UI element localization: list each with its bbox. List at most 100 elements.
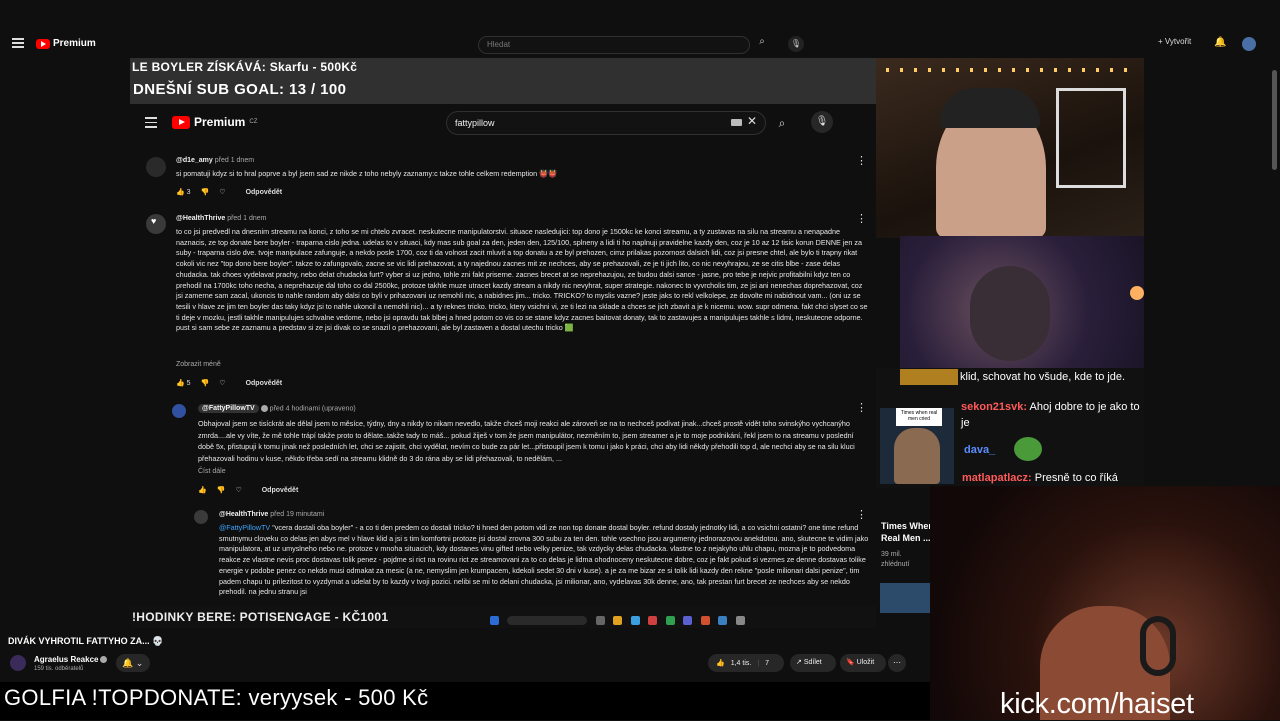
outer-search-icon[interactable]: ⌕ xyxy=(752,36,772,54)
reply-button[interactable]: Odpovědět xyxy=(246,189,283,196)
comment-mention[interactable]: @FattyPillowTV xyxy=(219,523,270,532)
like-count: 5 xyxy=(186,380,191,387)
more-actions-icon[interactable]: ⋯ xyxy=(888,654,906,672)
goal-line-2: DNEŠNÍ SUB GOAL: 13 / 100 xyxy=(133,81,347,98)
settings-icon[interactable] xyxy=(735,616,745,625)
windows-icon[interactable] xyxy=(490,616,499,625)
dislike-icon[interactable]: 👎 xyxy=(201,379,210,387)
heart-icon[interactable]: ♡ xyxy=(219,188,225,196)
edge-icon[interactable] xyxy=(630,616,640,625)
comment-header: @HealthThrive před 19 minutami xyxy=(219,511,324,518)
youtube-play-icon xyxy=(36,38,50,49)
like-icon: 👍 xyxy=(716,660,725,667)
recommended-title[interactable]: Times When Real Men ... xyxy=(881,520,934,544)
channel-subs: 159 tis. odběratelů xyxy=(34,666,84,672)
heart-icon[interactable]: ♡ xyxy=(219,379,225,387)
outer-logo-text: Premium xyxy=(53,38,96,49)
chat-username[interactable]: sekon21svk: xyxy=(961,401,1027,413)
outer-youtube-logo[interactable]: Premium xyxy=(36,38,96,49)
comment-time: před 19 minutami xyxy=(270,511,325,518)
chat-message: dava_ xyxy=(964,444,995,456)
commenter-avatar[interactable] xyxy=(146,157,166,177)
heart-icon[interactable]: ♡ xyxy=(235,486,241,494)
like-count: 3 xyxy=(186,189,191,196)
youtube-play-icon xyxy=(172,115,190,129)
show-less-link[interactable]: Zobrazit méně xyxy=(176,361,221,368)
video-like-count: 1,4 tis. xyxy=(730,659,752,667)
inner-search-icon[interactable]: ⌕ xyxy=(768,111,796,135)
app-icon[interactable] xyxy=(648,616,658,625)
like-icon[interactable]: 👍 5 xyxy=(176,379,191,387)
chat-text: Presně to co říká xyxy=(1034,472,1118,484)
comment-body: "vcera dostali oba boyler" - a co ti den… xyxy=(219,523,869,597)
taskbar-search[interactable] xyxy=(507,616,588,625)
channel-name-text: Agraelus Reakce xyxy=(34,655,99,664)
comment-handle[interactable]: @HealthThrive xyxy=(219,511,268,518)
comment-handle[interactable]: @d1e_amy xyxy=(176,157,213,164)
dislike-icon[interactable]: 👎 xyxy=(217,486,226,494)
like-button[interactable]: 👍 1,4 tis. | 7 xyxy=(708,654,784,672)
dislike-icon[interactable]: 👎 xyxy=(201,188,210,196)
recommended-thumbnail-2[interactable] xyxy=(880,583,930,613)
chat-text: klid, schovat ho všude, kde to jde. xyxy=(960,371,1126,383)
verified-icon xyxy=(260,405,268,412)
save-button[interactable]: 🔖 Uložit xyxy=(840,654,886,672)
obs-icon[interactable] xyxy=(700,616,710,625)
kebab-menu-icon[interactable]: ⋮ xyxy=(856,154,867,167)
chat-message: matlapatlacz: Presně to co říká xyxy=(962,472,1118,484)
comment-header: @d1e_amy před 1 dnem xyxy=(176,157,254,164)
folder-icon[interactable] xyxy=(613,616,623,625)
creator-handle[interactable]: @FattyPillowTV xyxy=(198,404,259,414)
outer-menu-icon[interactable] xyxy=(12,38,24,48)
channel-name[interactable]: Agraelus Reakce xyxy=(34,655,108,664)
notification-bell-button[interactable]: 🔔 ⌄ xyxy=(116,654,150,672)
comment-handle[interactable]: @HealthThrive xyxy=(176,215,225,222)
comment-text: to co jsi predvedl na dnesnim streamu na… xyxy=(176,227,868,333)
heart-avatar-icon: ♥ xyxy=(151,216,157,226)
chat-emote xyxy=(900,369,958,385)
comment-header: @HealthThrive před 1 dnem xyxy=(176,215,267,222)
read-more-link[interactable]: Číst dále xyxy=(198,468,226,475)
discord-icon[interactable] xyxy=(683,616,693,625)
inner-youtube-logo[interactable]: Premium CZ xyxy=(172,115,257,129)
chrome-icon[interactable] xyxy=(665,616,675,625)
share-button[interactable]: ↗ Sdílet xyxy=(790,654,836,672)
comment-time: před 1 dnem xyxy=(227,215,267,222)
recommended-thumbnail[interactable]: Times when real men cried xyxy=(880,408,954,484)
clear-search-icon[interactable]: ✕ xyxy=(747,114,757,128)
outer-avatar[interactable] xyxy=(1242,37,1256,51)
comment-text: Obhajoval jsem se tisíckrát ale dělal js… xyxy=(198,419,855,463)
reply-button[interactable]: Odpovědět xyxy=(262,487,299,494)
creator-avatar[interactable] xyxy=(172,404,186,418)
like-icon[interactable]: 👍 xyxy=(198,486,207,494)
scrollbar[interactable] xyxy=(1272,70,1277,170)
white-chair xyxy=(1056,88,1126,188)
steam-icon[interactable] xyxy=(718,616,728,625)
chat-username[interactable]: matlapatlacz: xyxy=(962,472,1032,484)
country-code: CZ xyxy=(249,119,258,125)
comment-text: si pomatuji kdyz si to hral poprve a byl… xyxy=(176,169,558,178)
outer-mic-icon[interactable]: 🎙 xyxy=(788,36,804,52)
kebab-menu-icon[interactable]: ⋮ xyxy=(856,212,867,225)
kebab-menu-icon[interactable]: ⋮ xyxy=(856,401,867,414)
reply-button[interactable]: Odpovědět xyxy=(246,380,283,387)
like-icon[interactable]: 👍 3 xyxy=(176,188,191,196)
comment-actions: 👍 3 👎 ♡ Odpovědět xyxy=(176,188,283,197)
inner-menu-icon[interactable] xyxy=(145,117,157,130)
keyboard-icon[interactable] xyxy=(731,119,742,126)
inner-search-input[interactable]: fattypillow xyxy=(446,111,766,135)
kick-url: kick.com/haiset xyxy=(1000,688,1194,720)
chat-username[interactable]: dava_ xyxy=(964,444,995,456)
kebab-menu-icon[interactable]: ⋮ xyxy=(856,508,867,521)
taskview-icon[interactable] xyxy=(595,616,605,625)
channel-avatar[interactable] xyxy=(10,655,26,671)
outer-create-button[interactable]: + Vytvořit xyxy=(1158,37,1191,46)
comment-actions: 👍 5 👎 ♡ Odpovědět xyxy=(176,379,283,388)
comment-header: @FattyPillowTV před 4 hodinami (upraveno… xyxy=(198,404,356,414)
commenter-avatar[interactable] xyxy=(194,510,208,524)
pepe-emote xyxy=(1014,437,1042,461)
save-label: Uložit xyxy=(856,659,875,666)
outer-search-input[interactable]: Hledat xyxy=(478,36,750,54)
inner-mic-icon[interactable]: 🎙 xyxy=(811,111,833,133)
outer-bell-icon[interactable]: 🔔 xyxy=(1214,37,1226,48)
